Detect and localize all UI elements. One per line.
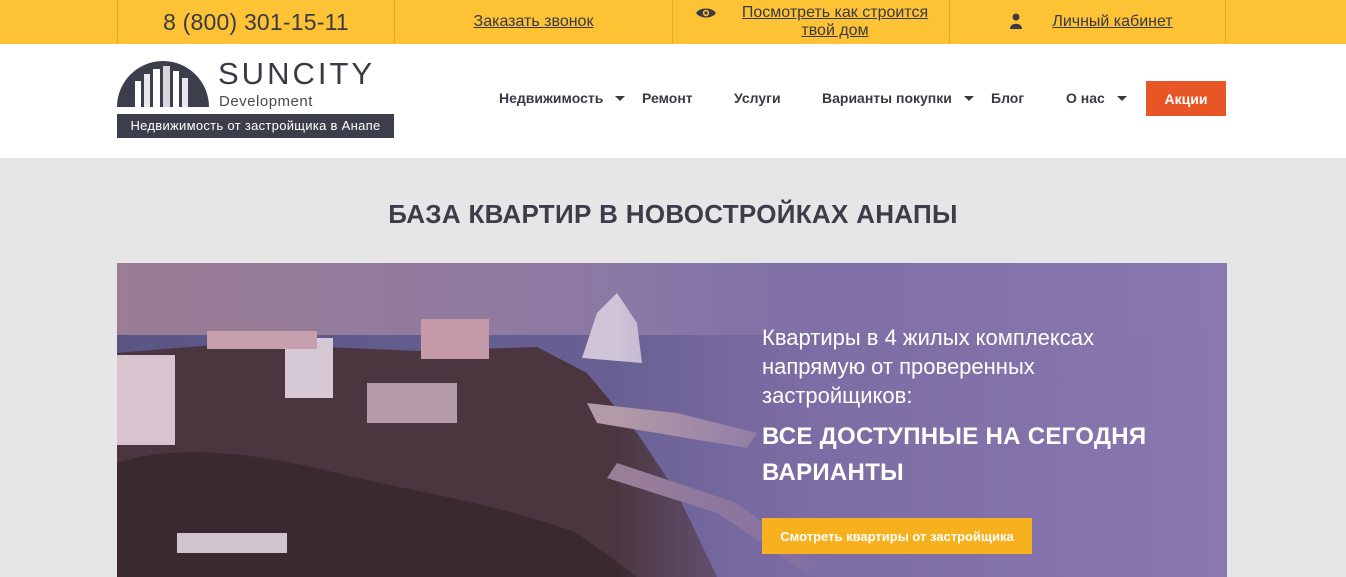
eye-icon [695,6,717,25]
nav-item-label: Услуги [734,90,781,106]
nav-item-blog[interactable]: Блог [991,90,1024,106]
cabinet-cell: Личный кабинет [949,0,1226,44]
user-icon [1010,13,1022,34]
nav-item-label: Варианты покупки [822,90,952,106]
nav-item-label: Недвижимость [499,90,604,106]
cabinet-link[interactable]: Личный кабинет [1052,13,1172,31]
nav-item-about[interactable]: О нас [1066,90,1127,106]
page-title: БАЗА КВАРТИР В НОВОСТРОЙКАХ АНАПЫ [388,199,958,229]
chevron-down-icon [963,95,974,101]
construction-link[interactable]: Посмотреть как строится твой дом [735,4,935,40]
logo-icon[interactable] [117,59,209,107]
hero-description: Квартиры в 4 жилых комплексах напрямую о… [762,325,1095,408]
callback-link[interactable]: Заказать звонок [474,13,594,31]
promo-button[interactable]: Акции [1146,81,1226,116]
nav-item-services[interactable]: Услуги [734,90,781,106]
hero-headline: ВСЕ ДОСТУПНЫЕ НА СЕГОДНЯ ВАРИАНТЫ [762,423,1147,486]
brand-name[interactable]: SUNCITY [218,56,375,92]
nav-item-repair[interactable]: Ремонт [642,90,693,106]
top-bar: 8 (800) 301-15-11 Заказать звонок Посмот… [0,0,1346,44]
view-apartments-button[interactable]: Смотреть квартиры от застройщика [762,518,1032,554]
nav-item-purchase-options[interactable]: Варианты покупки [822,90,974,106]
nav-item-label: Блог [991,90,1025,106]
callback-cell: Заказать звонок [394,0,672,44]
phone-number[interactable]: 8 (800) 301-15-11 [163,9,349,36]
phone-cell: 8 (800) 301-15-11 [117,0,394,44]
nav-item-realty[interactable]: Недвижимость [499,90,626,106]
brand-subtitle: Development [219,93,313,110]
nav-item-label: Ремонт [642,90,693,106]
brand-tagline: Недвижимость от застройщика в Анапе [117,114,394,138]
chevron-down-icon [1116,95,1127,101]
nav-item-label: О нас [1066,90,1105,106]
chevron-down-icon [615,95,626,101]
construction-cell: Посмотреть как строится твой дом [672,0,949,44]
hero-banner: Квартиры в 4 жилых комплексах напрямую о… [117,263,1227,577]
site-header: SUNCITY Development Недвижимость от заст… [0,44,1346,158]
